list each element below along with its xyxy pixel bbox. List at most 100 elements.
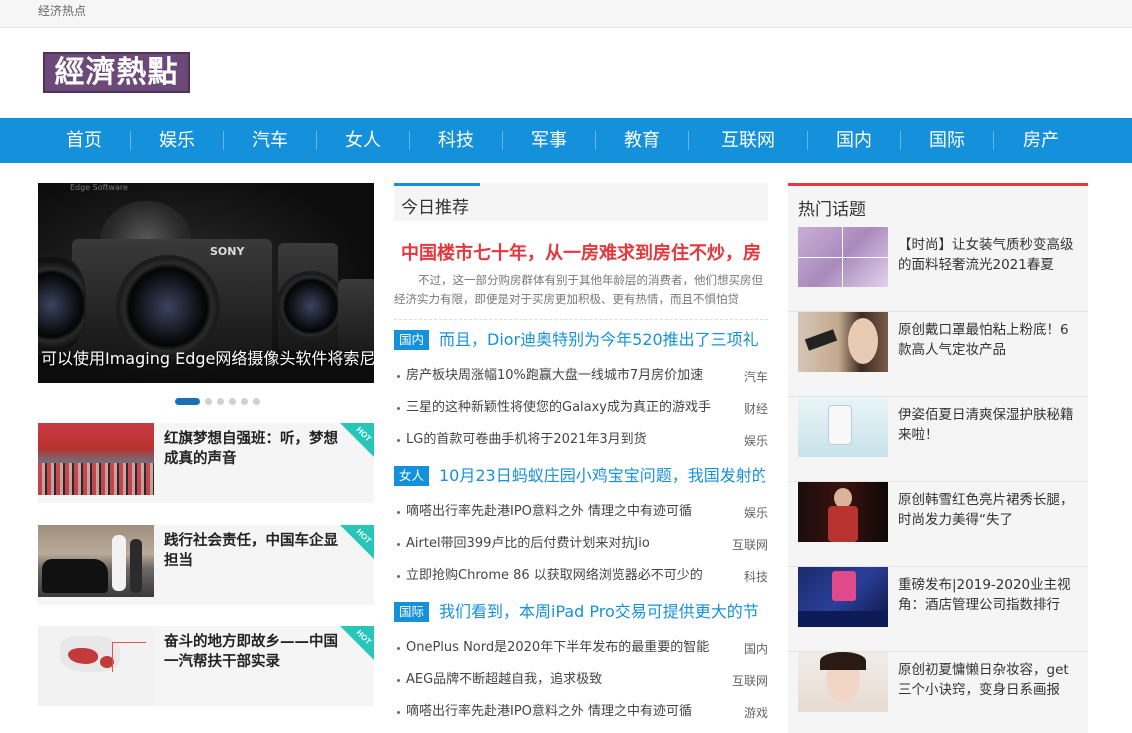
hot-card[interactable]: 奋斗的地方即故乡——中国一汽帮扶干部实录 HOT xyxy=(38,626,374,706)
list-item-category[interactable]: 国内 xyxy=(744,639,768,659)
topic-item[interactable]: 原创戴口罩最怕粘上粉底！6款高人气定妆产品 xyxy=(788,312,1088,397)
divider xyxy=(394,319,768,320)
list-item-category[interactable]: 娱乐 xyxy=(744,431,768,451)
topic-item[interactable]: 重磅发布|2019-2020业主视角：酒店管理公司指数排行 xyxy=(788,567,1088,652)
list-item-category[interactable]: 游戏 xyxy=(744,703,768,723)
hot-topics: 热门话题 【时尚】让女装气质秒变高级的面料轻奢流光2021春夏 原创戴口罩最怕粘… xyxy=(788,183,1088,733)
list-item[interactable]: 嘀嗒出行率先赴港IPO意料之外 情理之中有迹可循 娱乐 xyxy=(394,502,768,522)
list-item-category[interactable]: 汽车 xyxy=(744,367,768,387)
list-item-title[interactable]: LG的首款可卷曲手机将于2021年3月到货 xyxy=(406,430,736,450)
section-title: 今日推荐 xyxy=(401,198,469,218)
list-item-title[interactable]: OnePlus Nord是2020年下半年发布的最重要的智能 xyxy=(406,638,736,658)
list-item[interactable]: AEG品牌不断超越自我，追求极致 互联网 xyxy=(394,670,768,690)
slider-dot[interactable] xyxy=(229,398,236,405)
hot-tag-icon: HOT xyxy=(340,423,374,457)
topic-thumbnail[interactable] xyxy=(798,482,888,542)
nav-item-domestic[interactable]: 国内 xyxy=(808,118,900,163)
topic-item[interactable]: 原创初夏慵懒日杂妆容，get三个小诀窍，变身日系画报 xyxy=(788,652,1088,733)
card-title[interactable]: 奋斗的地方即故乡——中国一汽帮扶干部实录 xyxy=(164,632,350,672)
list-item-category[interactable]: 娱乐 xyxy=(744,503,768,523)
topic-thumbnail[interactable] xyxy=(798,227,888,287)
card-thumbnail[interactable] xyxy=(38,423,154,495)
nav-item-internet[interactable]: 互联网 xyxy=(689,118,807,163)
featured-headline[interactable]: 中国楼市七十年，从一房难求到房住不炒，房 xyxy=(401,239,765,265)
hot-card[interactable]: 红旗梦想自强班：听，梦想成真的声音 HOT xyxy=(38,423,374,503)
camera-lens xyxy=(116,255,220,359)
hot-card[interactable]: 践行社会责任，中国车企显担当 HOT xyxy=(38,525,374,605)
topic-item[interactable]: 原创韩雪红色亮片裙秀长腿，时尚发力美得“失了 xyxy=(788,482,1088,567)
bullet-icon xyxy=(397,375,400,378)
section-title: 热门话题 xyxy=(798,200,866,220)
nav-item-military[interactable]: 军事 xyxy=(503,118,595,163)
news-section-women: 女人 10月23日蚂蚁庄园小鸡宝宝问题，我国发射的 xyxy=(394,464,768,488)
list-item[interactable]: 三星的这种新颖性将使您的Galaxy成为真正的游戏手 财经 xyxy=(394,398,768,418)
topic-item[interactable]: 【时尚】让女装气质秒变高级的面料轻奢流光2021春夏 xyxy=(788,227,1088,312)
card-title[interactable]: 践行社会责任，中国车企显担当 xyxy=(164,531,350,571)
list-item-title[interactable]: 房产板块周涨幅10%跑赢大盘一线城市7月房价加速 xyxy=(406,366,736,386)
list-item[interactable]: 房产板块周涨幅10%跑赢大盘一线城市7月房价加速 汽车 xyxy=(394,366,768,386)
hot-tag-icon: HOT xyxy=(340,626,374,660)
section-header: 今日推荐 xyxy=(394,183,768,221)
site-name-link[interactable]: 经济热点 xyxy=(38,3,86,19)
nav-item-education[interactable]: 教育 xyxy=(596,118,688,163)
section-headline[interactable]: 我们看到，本周iPad Pro交易可提供更大的节 xyxy=(439,600,765,624)
slider-dot[interactable] xyxy=(241,398,248,405)
list-item[interactable]: 嘀嗒出行率先赴港IPO意料之外 情理之中有迹可循 游戏 xyxy=(394,702,768,722)
topic-thumbnail[interactable] xyxy=(798,397,888,457)
site-logo[interactable]: 經濟熱點 xyxy=(43,52,190,93)
topic-title[interactable]: 伊姿佰夏日清爽保湿护肤秘籍来啦！ xyxy=(898,405,1078,445)
list-item-category[interactable]: 互联网 xyxy=(732,671,768,691)
nav-item-home[interactable]: 首页 xyxy=(38,118,130,163)
topic-title[interactable]: 原创初夏慵懒日杂妆容，get三个小诀窍，变身日系画报 xyxy=(898,660,1078,700)
bullet-icon xyxy=(397,711,400,714)
list-item[interactable]: LG的首款可卷曲手机将于2021年3月到货 娱乐 xyxy=(394,430,768,450)
card-thumbnail[interactable] xyxy=(38,525,154,597)
list-item-category[interactable]: 科技 xyxy=(744,567,768,587)
topic-thumbnail[interactable] xyxy=(798,652,888,712)
category-tag[interactable]: 国内 xyxy=(394,330,430,350)
list-item-title[interactable]: 嘀嗒出行率先赴港IPO意料之外 情理之中有迹可循 xyxy=(406,702,736,722)
featured-slider[interactable]: Edge Software SONY 可以使用Imaging Edge网络摄像头… xyxy=(38,183,374,383)
slider-dot[interactable] xyxy=(205,398,212,405)
bullet-icon xyxy=(397,575,400,578)
topic-item[interactable]: 伊姿佰夏日清爽保湿护肤秘籍来啦！ xyxy=(788,397,1088,482)
nav-item-auto[interactable]: 汽车 xyxy=(224,118,316,163)
nav-item-realestate[interactable]: 房产 xyxy=(994,118,1088,163)
header: 經濟熱點 xyxy=(0,28,1132,118)
list-item-title[interactable]: 嘀嗒出行率先赴港IPO意料之外 情理之中有迹可循 xyxy=(406,502,736,522)
camera-brand: SONY xyxy=(210,245,245,258)
bullet-icon xyxy=(397,543,400,546)
slider-dot[interactable] xyxy=(253,398,260,405)
list-item-title[interactable]: 立即抢购Chrome 86 以获取网络浏览器必不可少的 xyxy=(406,566,736,586)
bullet-icon xyxy=(397,511,400,514)
category-tag[interactable]: 国际 xyxy=(394,602,430,622)
card-thumbnail[interactable] xyxy=(38,626,154,706)
list-item-category[interactable]: 财经 xyxy=(744,399,768,419)
list-item-title[interactable]: AEG品牌不断超越自我，追求极致 xyxy=(406,670,736,690)
list-item-title[interactable]: Airtel带回399卢比的后付费计划来对抗Jio xyxy=(406,534,736,554)
slider-dot-active[interactable] xyxy=(175,398,200,405)
topic-thumbnail[interactable] xyxy=(798,312,888,372)
topic-thumbnail[interactable] xyxy=(798,567,888,627)
category-tag[interactable]: 女人 xyxy=(394,466,430,486)
slider-dot[interactable] xyxy=(217,398,224,405)
topic-title[interactable]: 原创戴口罩最怕粘上粉底！6款高人气定妆产品 xyxy=(898,320,1078,360)
list-item-category[interactable]: 互联网 xyxy=(732,535,768,555)
bullet-icon xyxy=(397,407,400,410)
list-item[interactable]: 立即抢购Chrome 86 以获取网络浏览器必不可少的 科技 xyxy=(394,566,768,586)
list-item[interactable]: Airtel带回399卢比的后付费计划来对抗Jio 互联网 xyxy=(394,534,768,554)
nav-item-tech[interactable]: 科技 xyxy=(410,118,502,163)
news-section-domestic: 国内 而且，Dior迪奥特别为今年520推出了三项礼 xyxy=(394,328,768,352)
list-item[interactable]: OnePlus Nord是2020年下半年发布的最重要的智能 国内 xyxy=(394,638,768,658)
section-headline[interactable]: 而且，Dior迪奥特别为今年520推出了三项礼 xyxy=(439,328,765,352)
topic-title[interactable]: 【时尚】让女装气质秒变高级的面料轻奢流光2021春夏 xyxy=(898,235,1078,275)
topic-title[interactable]: 原创韩雪红色亮片裙秀长腿，时尚发力美得“失了 xyxy=(898,490,1078,530)
section-headline[interactable]: 10月23日蚂蚁庄园小鸡宝宝问题，我国发射的 xyxy=(439,464,765,488)
nav-item-entertainment[interactable]: 娱乐 xyxy=(131,118,223,163)
topic-title[interactable]: 重磅发布|2019-2020业主视角：酒店管理公司指数排行 xyxy=(898,575,1078,615)
list-item-title[interactable]: 三星的这种新颖性将使您的Galaxy成为真正的游戏手 xyxy=(406,398,736,418)
card-title[interactable]: 红旗梦想自强班：听，梦想成真的声音 xyxy=(164,429,350,469)
nav-item-women[interactable]: 女人 xyxy=(317,118,409,163)
slider-caption[interactable]: 可以使用Imaging Edge网络摄像头软件将索尼 xyxy=(38,345,374,369)
nav-item-international[interactable]: 国际 xyxy=(901,118,993,163)
